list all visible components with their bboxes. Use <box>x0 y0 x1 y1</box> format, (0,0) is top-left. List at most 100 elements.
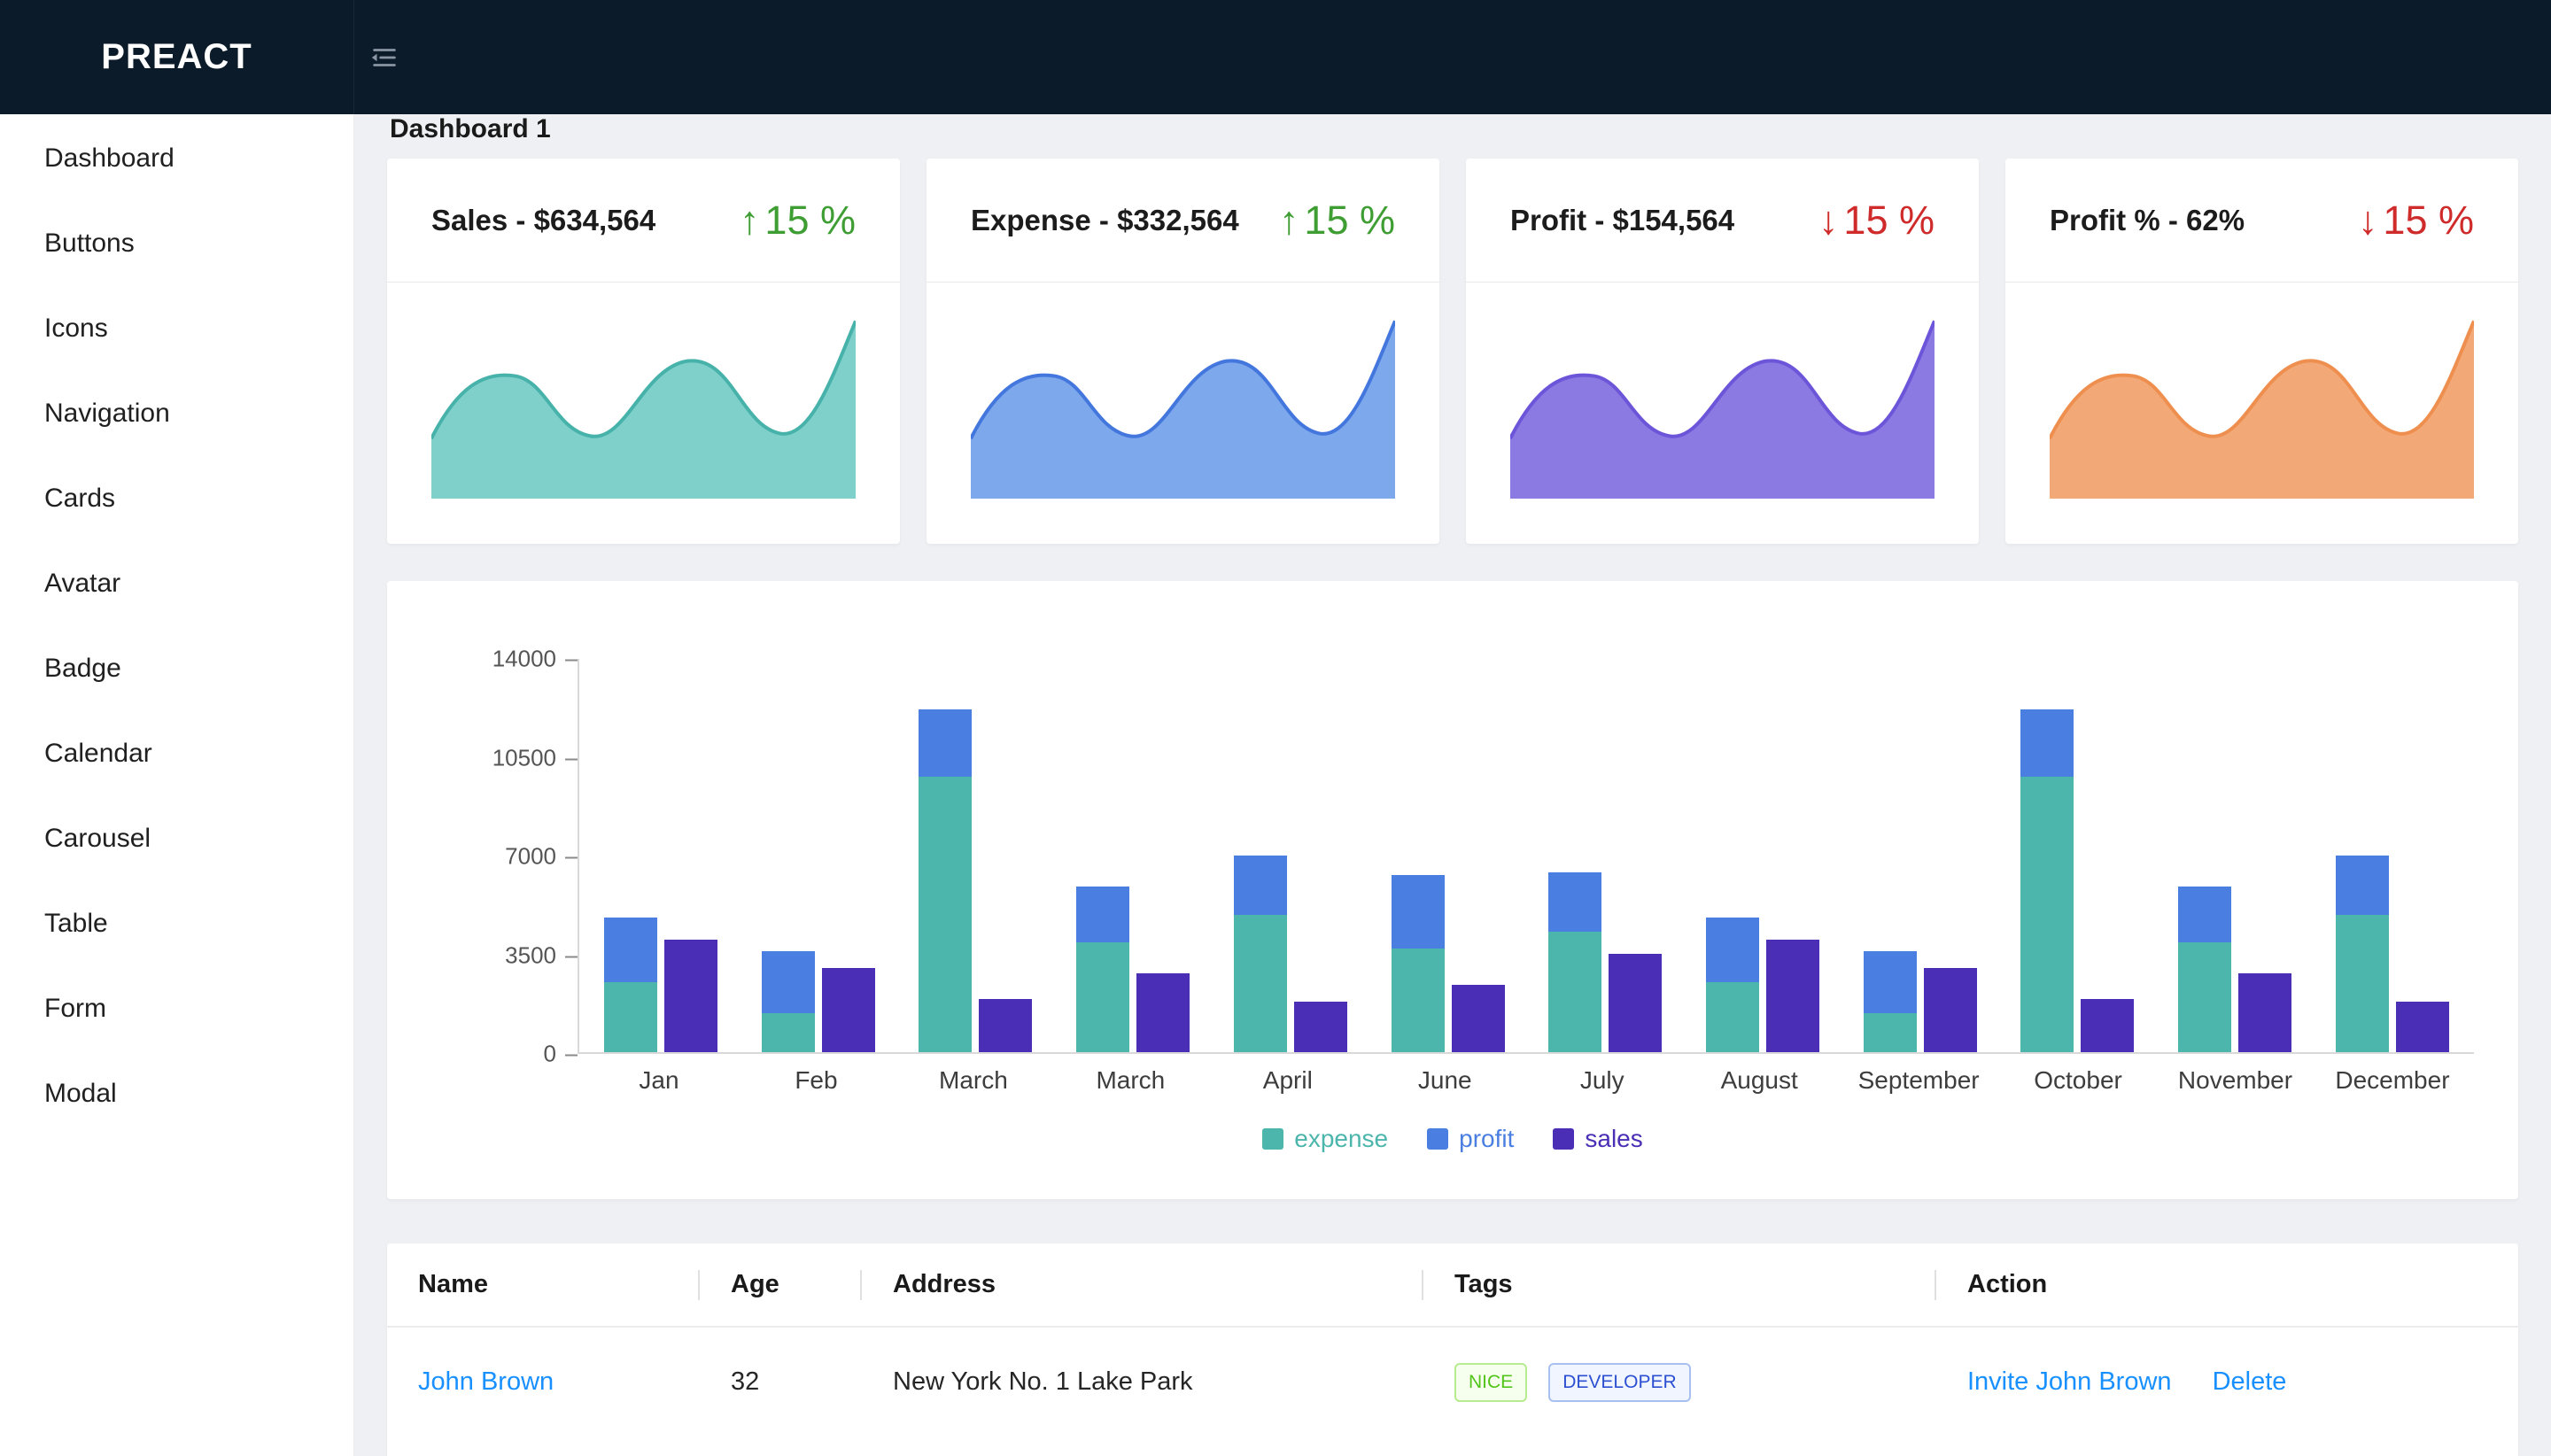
sales-bar <box>1136 973 1190 1052</box>
profit-bar-segment <box>2020 709 2074 777</box>
sidebar-item-avatar[interactable]: Avatar <box>0 541 353 626</box>
top-bar: PREACT <box>0 0 2551 114</box>
x-axis-label: July <box>1544 1066 1661 1095</box>
sales-bar <box>1609 954 1662 1052</box>
stacked-bar <box>604 659 657 1052</box>
profit-sparkline-chart <box>1510 298 1935 499</box>
sales-bar <box>822 968 875 1052</box>
sales-bar <box>1766 940 1819 1052</box>
y-axis-label: 14000 <box>492 646 578 673</box>
legend-label: expense <box>1294 1125 1388 1153</box>
sidebar-item-navigation[interactable]: Navigation <box>0 371 353 456</box>
column-header-age: Age <box>700 1243 862 1327</box>
profit-bar-segment <box>919 709 972 777</box>
sidebar-item-badge[interactable]: Badge <box>0 626 353 711</box>
sidebar-item-buttons[interactable]: Buttons <box>0 201 353 286</box>
sidebar-item-cards[interactable]: Cards <box>0 456 353 541</box>
bar-group <box>1704 659 1821 1052</box>
y-axis-label: 0 <box>544 1041 578 1068</box>
sidebar-item-table[interactable]: Table <box>0 881 353 966</box>
sales-bar <box>2238 973 2291 1052</box>
stacked-bar <box>762 659 815 1052</box>
expense-bar-segment <box>2178 942 2231 1052</box>
sales-bar <box>979 999 1032 1052</box>
tag-nice: NICE <box>1454 1363 1527 1402</box>
stat-cards-row: Sales - $634,564 ↑15 % Expense - $332,56… <box>387 159 2518 544</box>
x-axis-label: Jan <box>601 1066 717 1095</box>
sidebar-item-dashboard[interactable]: Dashboard <box>0 116 353 201</box>
expense-bar-segment <box>762 1013 815 1052</box>
profit-bar-segment <box>762 951 815 1013</box>
legend-swatch <box>1427 1128 1448 1150</box>
row-tags-cell: NICE DEVELOPER <box>1423 1327 1936 1437</box>
stat-card-header: Profit - $154,564 ↓15 % <box>1466 159 1979 283</box>
invite-link[interactable]: Invite John Brown <box>1967 1367 2172 1396</box>
stat-card-header: Profit % - 62% ↓15 % <box>2005 159 2518 283</box>
sales-bar <box>1924 968 1977 1052</box>
data-table-panel: Name Age Address Tags Action John Brown … <box>387 1243 2518 1456</box>
stat-card-delta: ↓15 % <box>2358 197 2474 244</box>
row-address-cell: New York No. 1 Lake Park <box>862 1327 1423 1437</box>
bar-group <box>917 659 1034 1052</box>
profit-bar-segment <box>2178 887 2231 942</box>
stat-card-body <box>2005 283 2518 543</box>
sales-bar <box>664 940 717 1052</box>
stat-card-body <box>1466 283 1979 543</box>
sidebar-item-form[interactable]: Form <box>0 966 353 1051</box>
arrow-down-icon: ↓ <box>1818 197 1839 243</box>
bar-group <box>1074 659 1191 1052</box>
stat-card-expense: Expense - $332,564 ↑15 % <box>927 159 1439 544</box>
stat-card-body <box>387 283 900 543</box>
x-axis-label: November <box>2177 1066 2294 1095</box>
expense-bar-segment <box>1548 932 1601 1052</box>
expense-bar-segment <box>2020 777 2074 1052</box>
arrow-up-icon: ↑ <box>1279 197 1299 243</box>
stat-card-body <box>927 283 1439 543</box>
stacked-bar <box>1706 659 1759 1052</box>
x-axis-label: March <box>1072 1066 1189 1095</box>
sales-bar <box>1452 985 1505 1052</box>
arrow-up-icon: ↑ <box>740 197 760 243</box>
legend-item-sales[interactable]: sales <box>1553 1125 1642 1153</box>
x-axis-label: September <box>1858 1066 1980 1095</box>
delete-link[interactable]: Delete <box>2213 1367 2287 1396</box>
stat-card-delta-value: 15 % <box>764 197 856 243</box>
sidebar-item-modal[interactable]: Modal <box>0 1051 353 1136</box>
profit-bar-segment <box>1864 951 1917 1013</box>
bar-group <box>1232 659 1349 1052</box>
stacked-bar <box>1548 659 1601 1052</box>
legend-item-profit[interactable]: profit <box>1427 1125 1514 1153</box>
monthly-bar-chart: 1400010500700035000 JanFebMarchMarchApri… <box>387 581 2518 1199</box>
legend-label: profit <box>1459 1125 1514 1153</box>
legend-item-expense[interactable]: expense <box>1262 1125 1388 1153</box>
stat-card-delta: ↓15 % <box>1818 197 1935 244</box>
column-header-address: Address <box>862 1243 1423 1327</box>
stat-card-title: Expense - $332,564 <box>971 204 1239 237</box>
stacked-bar <box>2178 659 2231 1052</box>
sidebar-item-carousel[interactable]: Carousel <box>0 796 353 881</box>
x-axis-label: August <box>1701 1066 1818 1095</box>
x-axis-label: April <box>1229 1066 1346 1095</box>
sidebar-item-calendar[interactable]: Calendar <box>0 711 353 796</box>
row-name-link[interactable]: John Brown <box>418 1367 554 1396</box>
bar-group <box>602 659 719 1052</box>
stat-card-title: Profit - $154,564 <box>1510 204 1734 237</box>
y-axis: 1400010500700035000 <box>387 659 578 1054</box>
stat-card-header: Expense - $332,564 ↑15 % <box>927 159 1439 283</box>
stacked-bar <box>1076 659 1129 1052</box>
sidebar-item-icons[interactable]: Icons <box>0 286 353 371</box>
bar-group <box>1390 659 1507 1052</box>
profit-bar-segment <box>1392 875 1445 948</box>
x-axis-label: June <box>1386 1066 1503 1095</box>
menu-fold-icon[interactable] <box>367 40 402 75</box>
expense-bar-segment <box>1234 915 1287 1052</box>
stat-card-delta-value: 15 % <box>1304 197 1395 243</box>
bar-group <box>1547 659 1663 1052</box>
x-axis-label: Feb <box>757 1066 874 1095</box>
stat-card-delta: ↑15 % <box>1279 197 1395 244</box>
profit-bar-segment <box>1076 887 1129 942</box>
stat-card-sales: Sales - $634,564 ↑15 % <box>387 159 900 544</box>
data-table: Name Age Address Tags Action John Brown … <box>387 1243 2518 1437</box>
expense-bar-segment <box>1076 942 1129 1052</box>
stacked-bar <box>919 659 972 1052</box>
